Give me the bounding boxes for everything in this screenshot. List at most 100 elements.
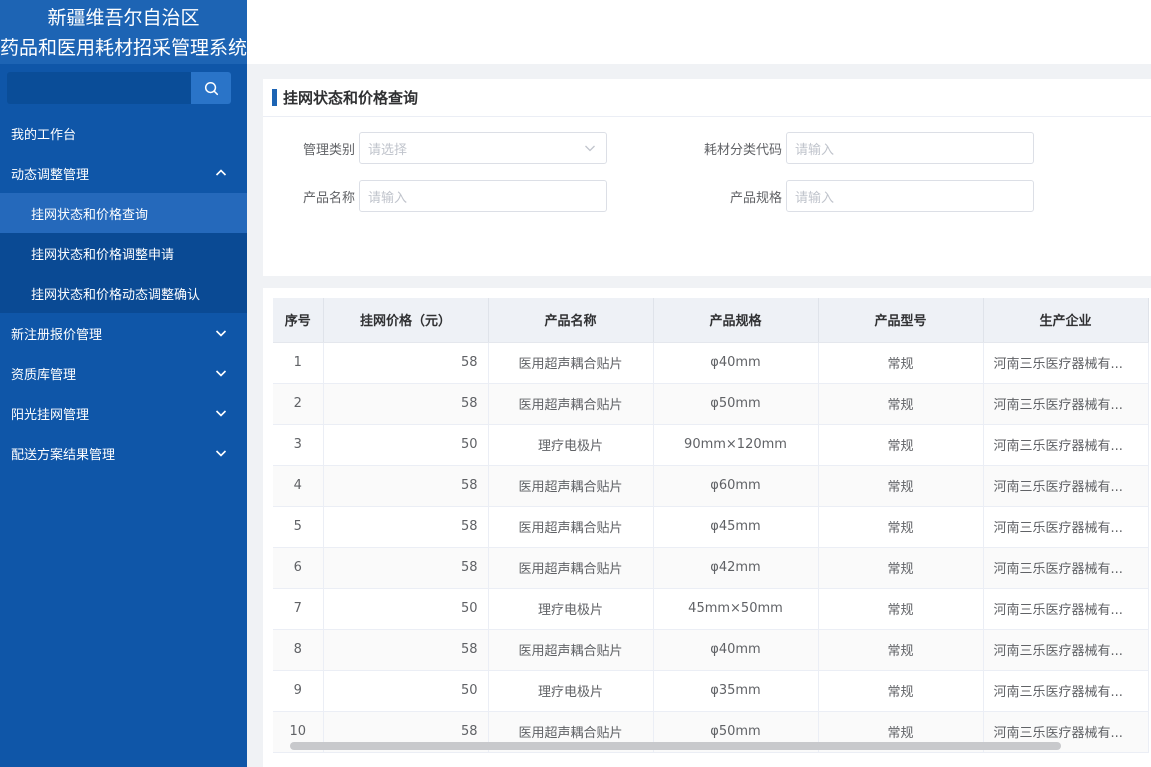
row-index-cell: 1 <box>273 342 324 384</box>
sidebar: 新疆维吾尔自治区 药品和医用耗材招采管理系统 我的工作台 动态调整管理 挂网状态… <box>0 0 247 767</box>
product-model-cell: 常规 <box>818 588 984 630</box>
listing-price-cell: 58 <box>323 629 489 671</box>
form-row-code: 耗材分类代码 请输入 <box>682 132 1034 164</box>
category-label: 管理类别 <box>302 142 355 158</box>
table-row[interactable]: 7 50 理疗电极片 45mm×50mm 常规 河南三乐医疗器械有... <box>273 588 1149 630</box>
product-spec-cell: φ45mm <box>653 506 819 548</box>
panel-header: 挂网状态和价格查询 <box>263 79 1151 117</box>
manufacturer-cell: 河南三乐医疗器械有... <box>983 465 1149 507</box>
sidebar-item-dynamic-adjust[interactable]: 动态调整管理 <box>0 153 247 193</box>
table-header-row: 序号 挂网价格（元） 产品名称 产品规格 产品型号 生产企业 <box>273 298 1149 343</box>
chevron-down-icon <box>215 447 227 459</box>
top-header <box>247 0 1151 64</box>
product-model-cell: 常规 <box>818 342 984 384</box>
code-input[interactable]: 请输入 <box>786 132 1034 164</box>
sidebar-item-new-registration[interactable]: 新注册报价管理 <box>0 313 247 353</box>
listing-price-cell: 50 <box>323 588 489 630</box>
form-row-name: 产品名称 请输入 <box>263 180 607 212</box>
product-model-cell: 常规 <box>818 629 984 671</box>
product-name-cell: 理疗电极片 <box>488 670 654 712</box>
row-index-cell: 4 <box>273 465 324 507</box>
listing-price-cell: 58 <box>323 383 489 425</box>
column-header[interactable]: 序号 <box>273 298 324 343</box>
sidebar-search-button[interactable] <box>191 72 231 104</box>
listing-price-cell: 50 <box>323 670 489 712</box>
sidebar-item-label: 我的工作台 <box>11 127 77 143</box>
product-name-cell: 医用超声耦合贴片 <box>488 629 654 671</box>
sidebar-item-label: 阳光挂网管理 <box>11 407 90 423</box>
name-placeholder: 请输入 <box>368 190 408 206</box>
listing-price-cell: 50 <box>323 424 489 466</box>
sidebar-subitem-price-adjust-confirm[interactable]: 挂网状态和价格动态调整确认 <box>0 273 247 313</box>
sidebar-item-label: 资质库管理 <box>11 367 77 383</box>
sidebar-subitem-label: 挂网状态和价格查询 <box>31 207 149 223</box>
product-model-cell: 常规 <box>818 670 984 712</box>
table-row[interactable]: 8 58 医用超声耦合贴片 φ40mm 常规 河南三乐医疗器械有... <box>273 629 1149 671</box>
sidebar-submenu-dynamic-adjust: 挂网状态和价格查询 挂网状态和价格调整申请 挂网状态和价格动态调整确认 <box>0 193 247 313</box>
sidebar-item-label: 新注册报价管理 <box>11 327 103 343</box>
sidebar-search-input[interactable] <box>7 72 191 104</box>
product-name-cell: 医用超声耦合贴片 <box>488 465 654 507</box>
category-select[interactable]: 请选择 <box>359 132 607 164</box>
sidebar-item-sunshine-listing[interactable]: 阳光挂网管理 <box>0 393 247 433</box>
spec-placeholder: 请输入 <box>795 190 835 206</box>
sidebar-item-label: 动态调整管理 <box>11 167 90 183</box>
column-header[interactable]: 产品名称 <box>488 298 654 343</box>
column-header[interactable]: 生产企业 <box>983 298 1149 343</box>
column-header[interactable]: 挂网价格（元） <box>323 298 489 343</box>
table-row[interactable]: 6 58 医用超声耦合贴片 φ42mm 常规 河南三乐医疗器械有... <box>273 547 1149 589</box>
search-icon <box>204 81 218 95</box>
row-index-cell: 2 <box>273 383 324 425</box>
manufacturer-cell: 河南三乐医疗器械有... <box>983 629 1149 671</box>
product-spec-cell: φ42mm <box>653 547 819 589</box>
table-row[interactable]: 9 50 理疗电极片 φ35mm 常规 河南三乐医疗器械有... <box>273 670 1149 712</box>
results-table: 序号 挂网价格（元） 产品名称 产品规格 产品型号 生产企业 1 58 医用超声耦合… <box>273 298 1149 753</box>
form-row-category: 管理类别 请选择 <box>263 132 607 164</box>
form-row-spec: 产品规格 请输入 <box>682 180 1034 212</box>
product-spec-input[interactable]: 请输入 <box>786 180 1034 212</box>
name-label: 产品名称 <box>302 190 355 206</box>
table-row[interactable]: 3 50 理疗电极片 90mm×120mm 常规 河南三乐医疗器械有... <box>273 424 1149 466</box>
filter-panel: 挂网状态和价格查询 管理类别 请选择 耗材分类代码 请输入 产品名称 请输入 产… <box>263 79 1151 276</box>
sidebar-item-delivery-plan[interactable]: 配送方案结果管理 <box>0 433 247 473</box>
row-index-cell: 8 <box>273 629 324 671</box>
manufacturer-cell: 河南三乐医疗器械有... <box>983 506 1149 548</box>
spec-label: 产品规格 <box>729 190 782 206</box>
sidebar-subitem-price-query[interactable]: 挂网状态和价格查询 <box>0 193 247 233</box>
code-label: 耗材分类代码 <box>703 142 782 158</box>
product-spec-cell: φ40mm <box>653 342 819 384</box>
sidebar-item-label: 配送方案结果管理 <box>11 447 116 463</box>
row-index-cell: 3 <box>273 424 324 466</box>
horizontal-scrollbar[interactable] <box>290 742 1061 750</box>
row-index-cell: 7 <box>273 588 324 630</box>
page-title: 挂网状态和价格查询 <box>283 89 419 107</box>
table-row[interactable]: 4 58 医用超声耦合贴片 φ60mm 常规 河南三乐医疗器械有... <box>273 465 1149 507</box>
table-row[interactable]: 5 58 医用超声耦合贴片 φ45mm 常规 河南三乐医疗器械有... <box>273 506 1149 548</box>
column-header[interactable]: 产品规格 <box>653 298 819 343</box>
table-row[interactable]: 2 58 医用超声耦合贴片 φ50mm 常规 河南三乐医疗器械有... <box>273 383 1149 425</box>
product-name-input[interactable]: 请输入 <box>359 180 607 212</box>
brand-line-2: 药品和医用耗材招采管理系统 <box>0 37 248 59</box>
sidebar-item-qualification[interactable]: 资质库管理 <box>0 353 247 393</box>
sidebar-subitem-price-adjust-apply[interactable]: 挂网状态和价格调整申请 <box>0 233 247 273</box>
chevron-down-icon <box>585 145 595 152</box>
product-spec-cell: φ40mm <box>653 629 819 671</box>
product-model-cell: 常规 <box>818 547 984 589</box>
product-name-cell: 理疗电极片 <box>488 588 654 630</box>
sidebar-nav: 我的工作台 动态调整管理 挂网状态和价格查询 挂网状态和价格调整申请 挂网状态和… <box>0 113 247 473</box>
table-row[interactable]: 1 58 医用超声耦合贴片 φ40mm 常规 河南三乐医疗器械有... <box>273 342 1149 384</box>
manufacturer-cell: 河南三乐医疗器械有... <box>983 424 1149 466</box>
row-index-cell: 6 <box>273 547 324 589</box>
column-header[interactable]: 产品型号 <box>818 298 984 343</box>
results-panel: 序号 挂网价格（元） 产品名称 产品规格 产品型号 生产企业 1 58 医用超声耦合… <box>263 288 1151 767</box>
product-model-cell: 常规 <box>818 506 984 548</box>
brand: 新疆维吾尔自治区 药品和医用耗材招采管理系统 <box>0 0 247 64</box>
row-index-cell: 9 <box>273 670 324 712</box>
manufacturer-cell: 河南三乐医疗器械有... <box>983 547 1149 589</box>
listing-price-cell: 58 <box>323 342 489 384</box>
sidebar-item-workbench[interactable]: 我的工作台 <box>0 113 247 153</box>
product-model-cell: 常规 <box>818 465 984 507</box>
product-name-cell: 理疗电极片 <box>488 424 654 466</box>
product-name-cell: 医用超声耦合贴片 <box>488 547 654 589</box>
title-accent-bar <box>272 89 277 106</box>
